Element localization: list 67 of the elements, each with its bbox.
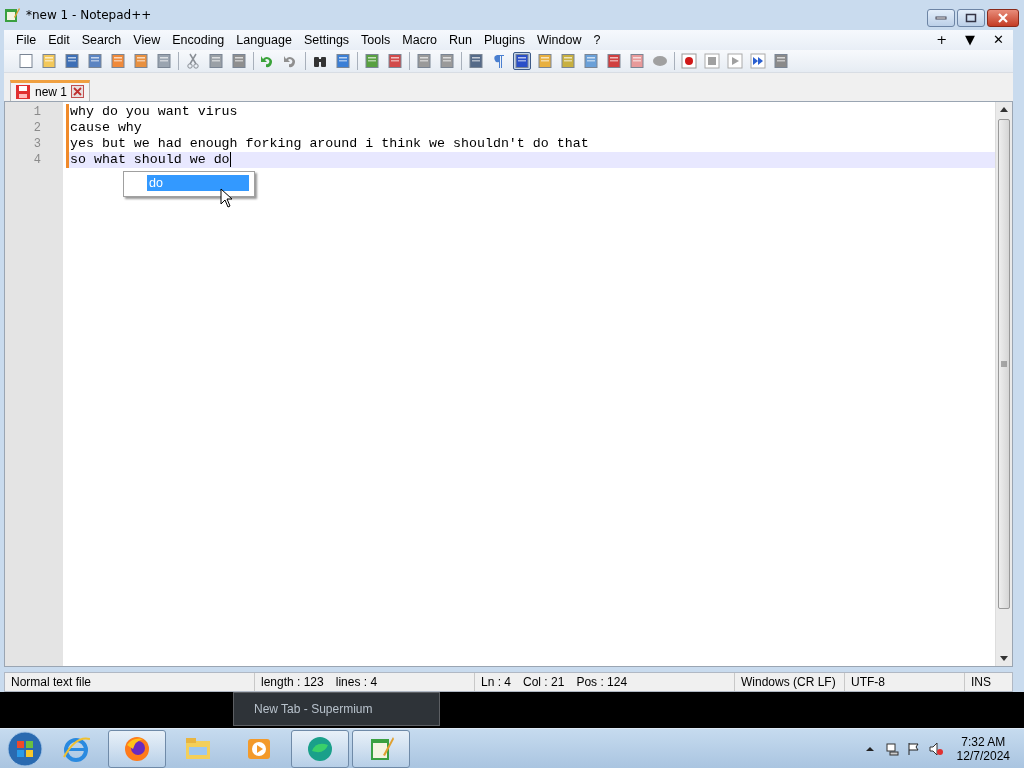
menu-item[interactable]: Window — [530, 32, 588, 47]
status-text: Pos : 124 — [576, 675, 628, 689]
window-title: *new 1 - Notepad++ — [26, 7, 153, 22]
new-file-icon — [18, 52, 34, 69]
menu-item[interactable]: File — [10, 32, 43, 47]
menu-item[interactable]: ? — [587, 32, 607, 47]
browser-icon — [306, 735, 334, 763]
text-cursor — [229, 151, 231, 167]
minimize-icon — [935, 16, 947, 20]
fast-forward-icon — [750, 52, 766, 69]
taskbar-app[interactable] — [291, 730, 349, 768]
maximize-button[interactable] — [957, 9, 985, 27]
menu-button[interactable]: ▼ — [956, 32, 985, 48]
notepad-icon — [4, 6, 20, 23]
taskbar-app[interactable] — [352, 730, 410, 768]
volume-muted-icon[interactable] — [928, 742, 943, 756]
menu-button[interactable]: ✕ — [984, 32, 1013, 48]
menu-item[interactable]: Macro — [396, 32, 444, 47]
menu-item[interactable]: View — [127, 32, 167, 47]
code-line: yes but we had enough forking around i think we shouldn't do that — [70, 135, 589, 152]
close-icon[interactable] — [71, 85, 85, 99]
line-number: 2 — [32, 119, 42, 136]
status-text: length : 123 — [261, 675, 324, 689]
file-tab[interactable]: new 1 — [10, 79, 91, 101]
menu-item[interactable]: Tools — [355, 32, 397, 47]
pilcrow-icon — [491, 52, 507, 69]
menu-item[interactable]: Search — [75, 32, 128, 47]
status-text: Ln : 4 — [481, 675, 512, 689]
stop-icon — [704, 52, 720, 69]
flag-icon[interactable] — [906, 742, 921, 756]
play-icon — [727, 52, 743, 69]
close-icon — [997, 13, 1009, 23]
menu-item[interactable]: Language — [230, 32, 298, 47]
preview-title: New Tab - Supermium — [254, 702, 373, 716]
code-line: so what should we do — [70, 151, 230, 168]
clock-date[interactable]: 12/7/2024 — [956, 749, 1010, 763]
menu-button[interactable]: + — [927, 32, 957, 48]
code-line: why do you want virus — [70, 103, 238, 120]
line-number: 4 — [32, 151, 42, 168]
menu-item[interactable]: Encoding — [166, 32, 231, 47]
toolbar-button[interactable] — [680, 51, 698, 70]
menu-item[interactable]: Run — [443, 32, 478, 47]
line-number: 1 — [32, 103, 42, 120]
unsaved-icon — [15, 83, 31, 100]
status-text: INS — [971, 675, 991, 689]
record-icon — [681, 52, 697, 69]
status-text: UTF-8 — [851, 675, 885, 689]
browser-icon — [123, 735, 151, 763]
status-text: lines : 4 — [335, 675, 378, 689]
status-text: Col : 21 — [523, 675, 565, 689]
start-button[interactable] — [6, 730, 44, 768]
toolbar-button[interactable] — [749, 51, 767, 70]
network-icon[interactable] — [884, 742, 899, 756]
menu-item[interactable]: Edit — [42, 32, 76, 47]
code-line: cause why — [70, 119, 142, 136]
clock-time[interactable]: 7:32 AM — [961, 735, 1006, 749]
menu-item[interactable]: Plugins — [477, 32, 531, 47]
menu-item[interactable]: Settings — [297, 32, 356, 47]
maximize-icon — [965, 13, 977, 23]
line-number: 3 — [32, 135, 42, 152]
status-text: Windows (CR LF) — [741, 675, 836, 689]
status-text: Normal text file — [11, 675, 92, 689]
scrollbar-thumb[interactable] — [998, 118, 1010, 609]
close-button[interactable] — [987, 9, 1019, 27]
internet-explorer-icon — [62, 735, 90, 763]
taskbar-app[interactable] — [108, 730, 166, 768]
cut-icon — [185, 52, 201, 69]
